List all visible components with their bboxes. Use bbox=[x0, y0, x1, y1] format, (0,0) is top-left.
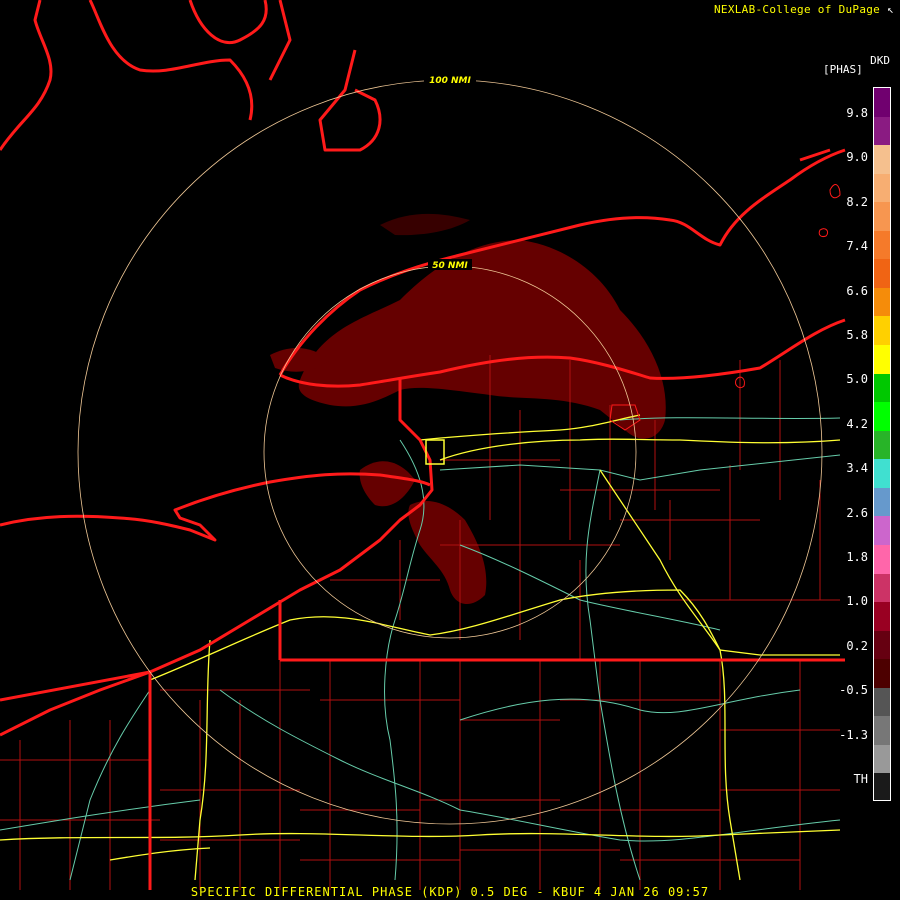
color-scale-segment bbox=[874, 230, 890, 261]
color-scale-segment bbox=[874, 659, 890, 689]
nexlab-logo-icon: ↖ bbox=[887, 3, 894, 16]
legend-unit-code: DKD bbox=[870, 54, 890, 67]
color-scale-segment bbox=[874, 88, 890, 118]
color-scale-tick-label: 1.0 bbox=[846, 594, 868, 609]
color-scale-tick-label: 8.2 bbox=[846, 194, 868, 209]
color-scale-segment bbox=[874, 345, 890, 375]
color-scale-tick-label: -0.5 bbox=[839, 683, 868, 698]
color-scale-segment bbox=[874, 773, 890, 800]
color-scale-segment bbox=[874, 173, 890, 204]
range-ring-100-label: 100 NMI bbox=[429, 76, 471, 86]
color-scale-segment bbox=[874, 259, 890, 289]
radar-map[interactable]: 100 NMI 50 NMI bbox=[0, 0, 900, 900]
color-scale-tick-label: 9.8 bbox=[846, 106, 868, 120]
color-scale-segment bbox=[874, 459, 890, 489]
color-scale-tick-label: 5.0 bbox=[846, 372, 868, 387]
color-scale-tick-label: 7.4 bbox=[846, 239, 868, 254]
color-scale-tick-label: 5.8 bbox=[846, 328, 868, 342]
color-scale-tick-label: 9.0 bbox=[846, 150, 868, 165]
color-scale-segment bbox=[874, 630, 890, 661]
color-scale-tick-label: 6.6 bbox=[846, 283, 868, 298]
credit-label: NEXLAB-College of DuPage ↖ bbox=[714, 3, 894, 16]
legend-unit-label: [PHAS] bbox=[823, 63, 863, 76]
range-rings bbox=[77, 79, 823, 825]
color-scale-segment bbox=[874, 316, 890, 347]
credit-text: NEXLAB-College of DuPage bbox=[713, 3, 881, 16]
color-scale-segment bbox=[874, 544, 890, 575]
color-scale-segment bbox=[874, 402, 890, 432]
color-scale-tick-label: 0.2 bbox=[846, 638, 868, 653]
color-scale-segment bbox=[874, 145, 890, 175]
color-scale-tick-label: 1.8 bbox=[846, 550, 868, 564]
color-scale-segment bbox=[874, 687, 890, 718]
color-scale-segment bbox=[874, 573, 890, 604]
color-scale-segment bbox=[874, 487, 890, 518]
color-scale-tick-label: -1.3 bbox=[839, 727, 868, 742]
color-scale-segment bbox=[874, 116, 890, 147]
color-scale-segment bbox=[874, 516, 890, 546]
color-scale-tick-label: 3.4 bbox=[846, 461, 868, 476]
color-scale-tick-label: 4.2 bbox=[846, 416, 868, 431]
coastlines-borders bbox=[0, 0, 846, 890]
color-scale-segment bbox=[874, 716, 890, 746]
color-scale-bar bbox=[873, 87, 891, 801]
color-scale-segment bbox=[874, 373, 890, 404]
radar-echo-kdp bbox=[270, 213, 666, 605]
color-scale-segment bbox=[874, 202, 890, 232]
color-scale-segment bbox=[874, 430, 890, 461]
color-scale-segment bbox=[874, 287, 890, 318]
color-scale-tick-label: 2.6 bbox=[846, 505, 868, 520]
color-scale-segment bbox=[874, 602, 890, 632]
range-ring-50-label: 50 NMI bbox=[432, 261, 468, 271]
color-scale-tick-label: TH bbox=[853, 772, 868, 786]
color-scale-segment bbox=[874, 744, 890, 775]
product-title: SPECIFIC DIFFERENTIAL PHASE (KDP) 0.5 DE… bbox=[190, 885, 710, 899]
range-ring-100 bbox=[77, 79, 823, 825]
